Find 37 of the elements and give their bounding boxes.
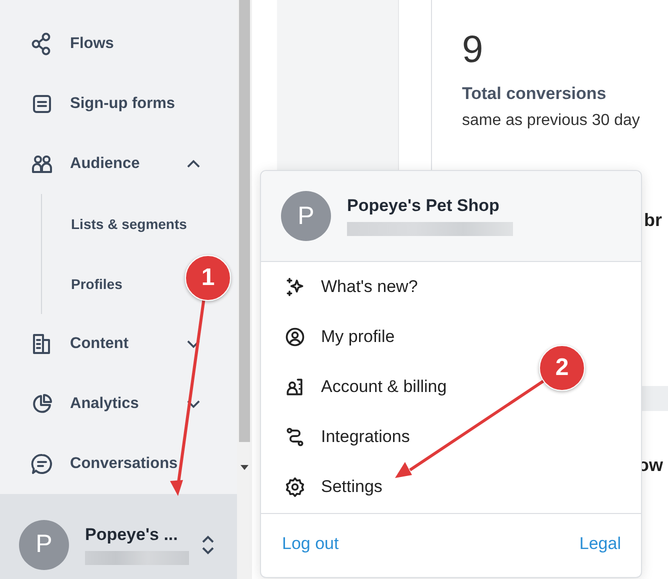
menu-item-icon [284,276,306,298]
menu-item-icon [284,326,306,348]
menu-item[interactable]: Account & billing [261,362,447,412]
scroll-down-arrow-icon[interactable] [240,465,249,470]
menu-item-icon [284,476,306,498]
nav-item[interactable]: Sign-up forms [0,74,237,134]
account-avatar: P [19,520,69,570]
up-down-chevron-icon [201,534,215,556]
chevron-up-icon[interactable] [187,160,200,168]
section-divider-band [639,386,668,411]
chevron-down-icon[interactable] [187,400,200,408]
account-name: Popeye's Pet Shop [347,196,500,216]
menu-item[interactable]: What's new? [261,262,418,312]
card-heading: br [644,210,662,231]
scrollbar[interactable] [237,0,252,579]
legal-link[interactable]: Legal [579,534,621,554]
nav-item[interactable]: Conversations [0,434,237,494]
nav-icon [30,392,54,416]
stat-comparison: same as previous 30 day [462,112,640,130]
nav-item[interactable]: Content [0,314,237,374]
account-name: Popeye's ... [85,524,179,544]
nav-icon [30,452,54,476]
nav-subitem[interactable]: Lists & segments [42,194,187,254]
logout-link[interactable]: Log out [282,534,339,554]
menu-item[interactable]: My profile [261,312,395,362]
nav-subitem[interactable]: Profiles [42,254,122,314]
stat-value: 9 [462,28,484,72]
menu-item-icon [284,426,306,448]
nav-item[interactable]: Flows [0,14,237,74]
stat-label: Total conversions [462,84,606,104]
account-avatar: P [281,191,331,241]
menu-item[interactable]: Integrations [261,412,410,462]
account-switcher[interactable]: P Popeye's ... [0,494,237,579]
nav-icon [30,92,54,116]
nav-item[interactable]: Audience [0,134,237,194]
nav-item[interactable]: Analytics [0,374,237,434]
menu-item[interactable]: Settings [261,462,382,512]
